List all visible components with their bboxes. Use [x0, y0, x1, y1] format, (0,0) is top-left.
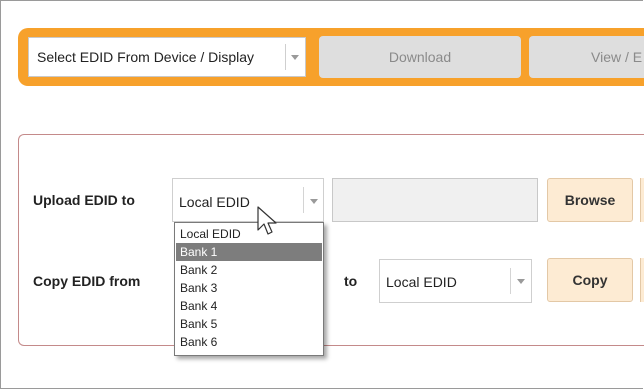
chevron-down-icon — [310, 199, 318, 204]
edid-panel — [18, 134, 644, 346]
download-button[interactable]: Download — [319, 36, 521, 78]
dropdown-option-local-edid[interactable]: Local EDID — [176, 225, 322, 243]
dropdown-option-bank-6[interactable]: Bank 6 — [176, 333, 322, 351]
dropdown-option-bank-3[interactable]: Bank 3 — [176, 279, 322, 297]
browse-button[interactable]: Browse — [547, 178, 633, 222]
to-label: to — [344, 273, 358, 289]
bank-dropdown-list: Local EDID Bank 1 Bank 2 Bank 3 Bank 4 B… — [174, 222, 324, 356]
view-button[interactable]: View / E — [529, 36, 644, 78]
chevron-down-icon — [291, 55, 299, 60]
copy-target-select[interactable]: Local EDID — [379, 259, 532, 303]
upload-target-select[interactable]: Local EDID — [172, 178, 324, 222]
copy-button[interactable]: Copy — [547, 258, 633, 302]
copy-edid-label: Copy EDID from — [33, 273, 141, 289]
dropdown-option-bank-1[interactable]: Bank 1 — [176, 243, 322, 261]
chevron-down-icon — [517, 279, 525, 284]
select-divider — [303, 187, 304, 213]
next-button-edge[interactable] — [640, 258, 644, 302]
select-divider — [510, 268, 511, 294]
upload-target-value: Local EDID — [179, 194, 250, 210]
device-select[interactable]: Select EDID From Device / Display — [28, 37, 306, 77]
upload-edid-label: Upload EDID to — [33, 192, 135, 208]
select-divider — [285, 44, 286, 70]
dropdown-option-bank-5[interactable]: Bank 5 — [176, 315, 322, 333]
dropdown-option-bank-4[interactable]: Bank 4 — [176, 297, 322, 315]
file-path-input[interactable] — [332, 178, 538, 222]
copy-target-value: Local EDID — [386, 274, 457, 290]
next-button-edge[interactable] — [640, 178, 644, 222]
dropdown-option-bank-2[interactable]: Bank 2 — [176, 261, 322, 279]
mouse-pointer-icon — [257, 206, 277, 235]
device-select-value: Select EDID From Device / Display — [37, 49, 255, 65]
